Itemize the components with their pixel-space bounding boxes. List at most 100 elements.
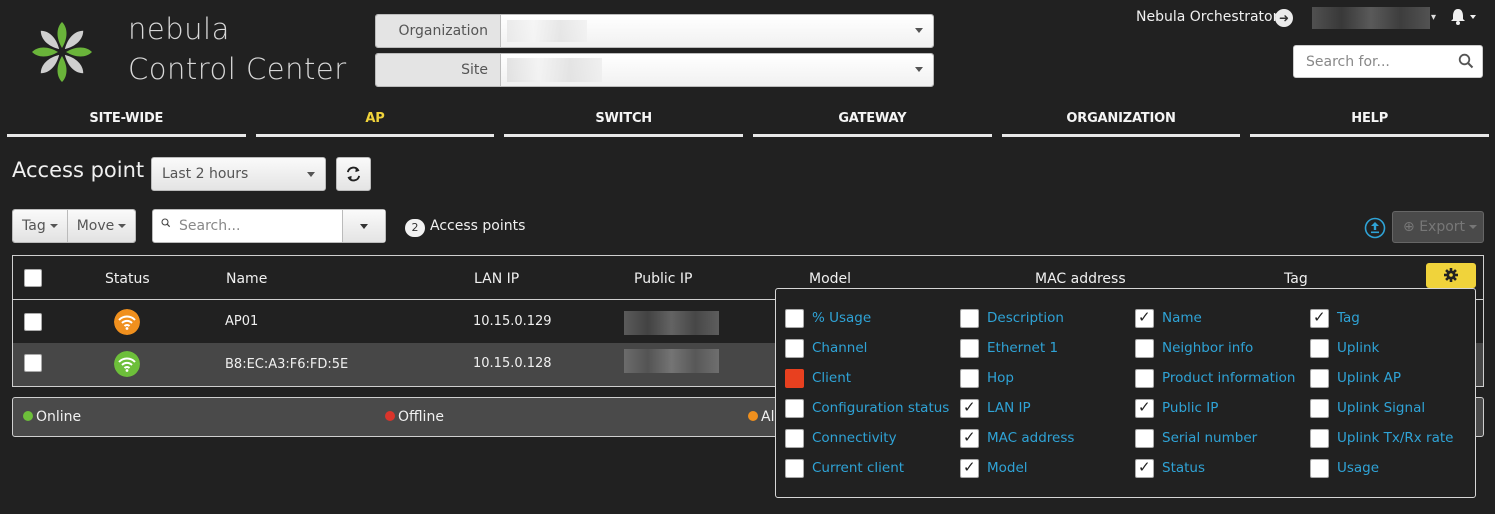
option-checkbox[interactable]	[1135, 428, 1154, 448]
move-button[interactable]: Move	[66, 210, 136, 242]
column-option[interactable]: Public IP	[1135, 398, 1218, 418]
col-name[interactable]: Name	[226, 271, 267, 287]
option-checkbox[interactable]	[785, 428, 804, 448]
option-checkbox[interactable]	[1310, 458, 1329, 478]
column-option[interactable]: Status	[1135, 458, 1205, 478]
option-label[interactable]: % Usage	[812, 310, 871, 326]
column-option[interactable]: Hop	[960, 368, 1014, 388]
search-icon[interactable]	[1458, 53, 1474, 69]
column-option[interactable]: Uplink	[1310, 338, 1379, 358]
col-tag[interactable]: Tag	[1284, 271, 1308, 287]
global-search[interactable]	[1293, 45, 1483, 78]
option-label[interactable]: Hop	[987, 370, 1014, 386]
column-option[interactable]: Name	[1135, 308, 1202, 328]
col-lan-ip[interactable]: LAN IP	[474, 271, 519, 287]
option-label[interactable]: Uplink AP	[1337, 370, 1401, 386]
option-checkbox[interactable]	[960, 398, 979, 418]
option-checkbox[interactable]	[1310, 338, 1329, 358]
option-checkbox[interactable]	[785, 308, 804, 328]
option-label[interactable]: Client	[812, 370, 851, 386]
user-menu[interactable]	[1312, 7, 1430, 29]
option-label[interactable]: Neighbor info	[1162, 340, 1253, 356]
global-search-input[interactable]	[1294, 46, 1454, 77]
option-label[interactable]: Tag	[1337, 310, 1360, 326]
col-status[interactable]: Status	[105, 271, 150, 287]
option-checkbox[interactable]	[960, 308, 979, 328]
column-option[interactable]: Connectivity	[785, 428, 897, 448]
row-checkbox[interactable]	[24, 354, 42, 372]
column-option[interactable]: Uplink Signal	[1310, 398, 1425, 418]
option-checkbox[interactable]	[1135, 398, 1154, 418]
option-label[interactable]: Uplink Signal	[1337, 400, 1425, 416]
row-name[interactable]: AP01	[225, 314, 258, 329]
search-filter-dropdown[interactable]	[342, 210, 385, 242]
option-checkbox[interactable]	[1310, 368, 1329, 388]
site-value[interactable]	[501, 54, 933, 86]
column-option[interactable]: Channel	[785, 338, 867, 358]
tag-button[interactable]: Tag	[13, 210, 67, 242]
nav-switch[interactable]: SWITCH	[504, 107, 744, 137]
column-option[interactable]: Client	[785, 368, 851, 388]
option-label[interactable]: Connectivity	[812, 430, 897, 446]
option-label[interactable]: Channel	[812, 340, 867, 356]
option-checkbox[interactable]	[960, 368, 979, 388]
option-checkbox[interactable]	[1135, 458, 1154, 478]
row-checkbox[interactable]	[24, 313, 42, 331]
table-search-input[interactable]	[177, 210, 342, 242]
refresh-button[interactable]	[336, 157, 371, 191]
column-option[interactable]: Model	[960, 458, 1028, 478]
row-name[interactable]: B8:EC:A3:F6:FD:5E	[225, 357, 348, 372]
column-option[interactable]: Configuration status	[785, 398, 949, 418]
option-checkbox[interactable]	[1135, 368, 1154, 388]
option-checkbox[interactable]	[1135, 308, 1154, 328]
option-checkbox[interactable]	[785, 368, 804, 388]
option-label[interactable]: Product information	[1162, 370, 1295, 386]
option-label[interactable]: Ethernet 1	[987, 340, 1058, 356]
option-label[interactable]: LAN IP	[987, 400, 1031, 416]
option-label[interactable]: MAC address	[987, 430, 1074, 446]
option-label[interactable]: Configuration status	[812, 400, 949, 416]
col-model[interactable]: Model	[809, 271, 851, 287]
option-label[interactable]: Name	[1162, 310, 1202, 326]
option-checkbox[interactable]	[1310, 398, 1329, 418]
option-label[interactable]: Usage	[1337, 460, 1379, 476]
nav-organization[interactable]: ORGANIZATION	[1001, 107, 1241, 137]
option-label[interactable]: Current client	[812, 460, 904, 476]
option-checkbox[interactable]	[785, 338, 804, 358]
bell-icon[interactable]	[1449, 6, 1477, 26]
option-label[interactable]: Serial number	[1162, 430, 1257, 446]
column-option[interactable]: MAC address	[960, 428, 1074, 448]
option-label[interactable]: Public IP	[1162, 400, 1218, 416]
column-option[interactable]: Description	[960, 308, 1064, 328]
option-label[interactable]: Uplink	[1337, 340, 1379, 356]
option-label[interactable]: Model	[987, 460, 1028, 476]
option-label[interactable]: Status	[1162, 460, 1205, 476]
column-option[interactable]: Serial number	[1135, 428, 1257, 448]
col-mac-address[interactable]: MAC address	[1035, 271, 1126, 287]
nav-ap[interactable]: AP	[255, 107, 495, 137]
column-option[interactable]: LAN IP	[960, 398, 1031, 418]
nav-gateway[interactable]: GATEWAY	[753, 107, 992, 137]
column-option[interactable]: Uplink Tx/Rx rate	[1310, 428, 1453, 448]
column-option[interactable]: Uplink AP	[1310, 368, 1401, 388]
option-checkbox[interactable]	[785, 458, 804, 478]
option-checkbox[interactable]	[960, 338, 979, 358]
organization-select[interactable]: Organization	[375, 14, 934, 48]
option-checkbox[interactable]	[1310, 308, 1329, 328]
column-option[interactable]: Neighbor info	[1135, 338, 1253, 358]
arrow-right-circle-icon[interactable]: ➜	[1275, 9, 1293, 27]
column-option[interactable]: Ethernet 1	[960, 338, 1058, 358]
option-label[interactable]: Uplink Tx/Rx rate	[1337, 430, 1453, 446]
nav-site-wide[interactable]: SITE-WIDE	[7, 107, 246, 137]
option-checkbox[interactable]	[1310, 428, 1329, 448]
orchestrator-link[interactable]: Nebula Orchestrator	[1136, 9, 1278, 25]
option-checkbox[interactable]	[960, 428, 979, 448]
option-checkbox[interactable]	[960, 458, 979, 478]
upload-icon[interactable]	[1364, 217, 1386, 239]
table-search[interactable]	[152, 209, 386, 243]
organization-value[interactable]	[501, 15, 933, 47]
time-range-select[interactable]: Last 2 hours	[151, 157, 326, 191]
select-all-checkbox[interactable]	[24, 269, 42, 287]
col-public-ip[interactable]: Public IP	[634, 271, 692, 287]
column-option[interactable]: Current client	[785, 458, 904, 478]
